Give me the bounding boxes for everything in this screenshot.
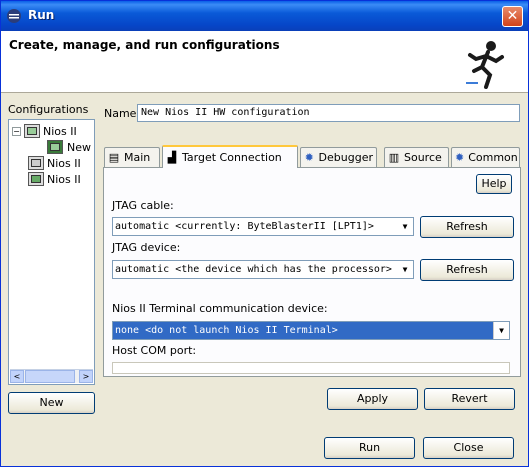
- nios-modelsim-icon: [28, 172, 44, 186]
- tab-label: Debugger: [318, 151, 373, 164]
- banner-heading: Create, manage, and run configurations: [9, 38, 280, 52]
- running-man-icon: [466, 41, 504, 89]
- configuration-name-field[interactable]: New Nios II HW configuration: [137, 104, 520, 122]
- configurations-label: Configurations: [8, 103, 89, 116]
- refresh-cable-button[interactable]: Refresh: [420, 216, 514, 238]
- terminal-device-select[interactable]: none <do not launch Nios II Terminal> ▼: [112, 321, 510, 340]
- tab-label: Target Connection: [182, 151, 282, 164]
- title-bar: Run ✕: [1, 1, 528, 31]
- tree-item-label: Nios II: [43, 124, 77, 138]
- tree-item-nios-ii-iss[interactable]: Nios II: [28, 155, 81, 171]
- scroll-thumb[interactable]: [25, 370, 75, 383]
- close-button[interactable]: Close: [423, 437, 514, 459]
- tab-target-connection[interactable]: ▟ Target Connection: [162, 145, 298, 168]
- tab-main[interactable]: ▤ Main: [104, 147, 160, 167]
- name-label: Name:: [104, 107, 141, 120]
- configuration-tabs: ▤ Main ▟ Target Connection ✹ Debugger ▥ …: [103, 145, 521, 168]
- com-port-select: [112, 362, 510, 374]
- tab-label: Main: [124, 151, 151, 164]
- jtag-device-value: automatic <the device which has the proc…: [115, 264, 392, 275]
- tree-item-label: Nios II: [47, 172, 81, 186]
- jtag-cable-select[interactable]: automatic <currently: ByteBlasterII [LPT…: [112, 217, 414, 236]
- nios-hw-config-icon: [47, 140, 63, 154]
- target-connection-panel: Help JTAG cable: automatic <currently: B…: [103, 167, 521, 377]
- terminal-device-label: Nios II Terminal communication device:: [112, 302, 328, 315]
- tab-source[interactable]: ▥ Source: [384, 147, 449, 167]
- scroll-right-icon[interactable]: >: [79, 370, 93, 383]
- tab-label: Source: [404, 151, 442, 164]
- refresh-device-button[interactable]: Refresh: [420, 259, 514, 281]
- header-banner: Create, manage, and run configurations: [1, 31, 528, 93]
- hardware-icon: ▟: [167, 150, 177, 164]
- scroll-left-icon[interactable]: <: [10, 370, 24, 383]
- bug-icon: ✹: [304, 150, 314, 164]
- jtag-cable-label: JTAG cable:: [112, 199, 174, 212]
- terminal-device-value: none <do not launch Nios II Terminal>: [115, 325, 338, 336]
- nios-iss-icon: [28, 156, 44, 170]
- nios-hw-icon: [24, 124, 40, 138]
- new-button[interactable]: New: [8, 392, 95, 414]
- eclipse-app-icon: [7, 9, 21, 23]
- jtag-device-label: JTAG device:: [112, 241, 181, 254]
- help-button[interactable]: Help: [476, 174, 512, 194]
- tree-item-nios-ii-modelsim[interactable]: Nios II: [28, 171, 81, 187]
- tab-label: Common: [468, 151, 518, 164]
- chevron-down-icon[interactable]: ▼: [493, 322, 509, 339]
- collapse-icon[interactable]: −: [12, 126, 21, 136]
- configurations-tree[interactable]: − Nios II New Nios II Nios II < >: [8, 119, 95, 385]
- close-window-button[interactable]: ✕: [502, 6, 523, 27]
- chevron-down-icon[interactable]: ▼: [397, 218, 413, 235]
- revert-button[interactable]: Revert: [424, 388, 515, 410]
- gear-icon: ✹: [455, 150, 465, 164]
- tree-item-new-configuration[interactable]: New: [47, 139, 92, 155]
- source-icon: ▥: [388, 150, 400, 164]
- run-dialog: Run ✕ Create, manage, and run configurat…: [0, 0, 529, 467]
- jtag-device-select[interactable]: automatic <the device which has the proc…: [112, 260, 414, 279]
- run-button[interactable]: Run: [324, 437, 415, 459]
- tree-item-label: New: [66, 140, 92, 154]
- jtag-cable-value: automatic <currently: ByteBlasterII [LPT…: [115, 221, 374, 232]
- tree-horizontal-scrollbar[interactable]: < >: [10, 369, 93, 383]
- apply-button[interactable]: Apply: [327, 388, 418, 410]
- tree-item-label: Nios II: [47, 156, 81, 170]
- chevron-down-icon[interactable]: ▼: [397, 261, 413, 278]
- tree-item-nios-ii-hw[interactable]: − Nios II: [12, 123, 77, 139]
- tab-debugger[interactable]: ✹ Debugger: [300, 147, 377, 167]
- document-icon: ▤: [108, 150, 120, 164]
- com-port-label: Host COM port:: [112, 344, 197, 357]
- tab-common[interactable]: ✹ Common: [451, 147, 520, 167]
- window-title: Run: [28, 8, 55, 22]
